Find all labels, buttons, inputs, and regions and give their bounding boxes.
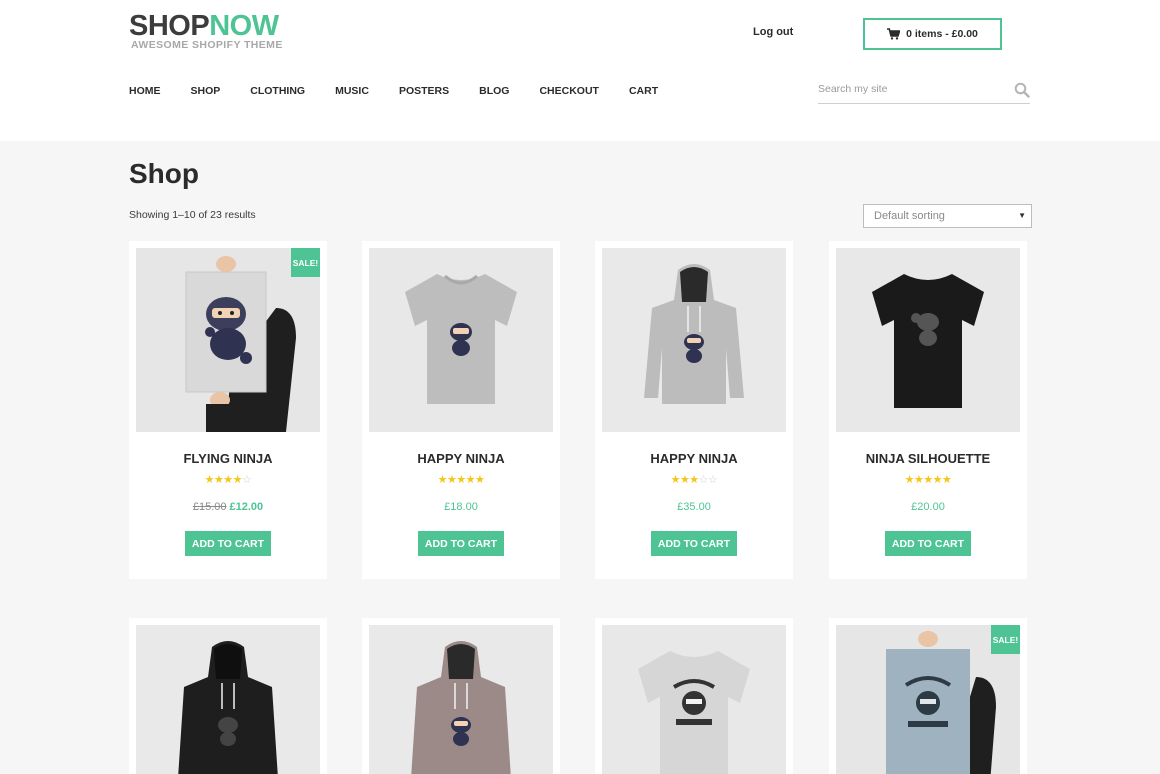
product-card: NINJA SILHOUETTE ★★★★★ £20.00 ADD TO CAR…	[829, 241, 1027, 579]
product-image[interactable]: SALE!	[136, 248, 320, 432]
product-name[interactable]: NINJA SILHOUETTE	[829, 451, 1027, 466]
product-card	[362, 618, 560, 774]
hoodie-grey-ninja-image	[602, 248, 786, 432]
site-header: SHOPNOW AWESOME SHOPIFY THEME Log out 0 …	[0, 0, 1160, 141]
add-to-cart-button[interactable]: ADD TO CART	[885, 531, 971, 556]
nav-shop[interactable]: SHOP	[191, 85, 221, 97]
search-input[interactable]	[818, 80, 1003, 98]
sale-badge: SALE!	[291, 248, 320, 277]
add-to-cart-button[interactable]: ADD TO CART	[418, 531, 504, 556]
product-image[interactable]: SALE!	[836, 625, 1020, 774]
star-filled-icon: ★★★	[670, 474, 700, 486]
logo-part-shop: SHOP	[129, 10, 210, 42]
product-price: £15.00 £12.00	[129, 501, 327, 513]
regular-price: £35.00	[677, 501, 711, 513]
sale-badge: SALE!	[991, 625, 1020, 654]
hoodie-mauve-ninja-image	[369, 625, 553, 774]
nav-blog[interactable]: BLOG	[479, 85, 509, 97]
hoodie-black-ninja-image	[136, 625, 320, 774]
cart-summary: 0 items - £0.00	[906, 28, 978, 40]
product-card	[129, 618, 327, 774]
product-name[interactable]: HAPPY NINJA	[595, 451, 793, 466]
header-cart-button[interactable]: 0 items - £0.00	[863, 18, 1002, 50]
star-rating: ★★★★★	[829, 473, 1027, 486]
sort-select[interactable]: Default sorting ▼	[863, 204, 1032, 228]
tshirt-white-woothemes-image	[602, 625, 786, 774]
result-count: Showing 1–10 of 23 results	[129, 209, 256, 221]
product-image[interactable]	[836, 248, 1020, 432]
product-card: SALE!	[829, 618, 1027, 774]
star-empty-icon: ☆	[242, 474, 252, 486]
star-rating: ★★★★☆	[129, 473, 327, 486]
nav-cart[interactable]: CART	[629, 85, 658, 97]
nav-home[interactable]: HOME	[129, 85, 161, 97]
add-to-cart-button[interactable]: ADD TO CART	[651, 531, 737, 556]
star-empty-icon: ☆☆	[698, 474, 718, 486]
nav-posters[interactable]: POSTERS	[399, 85, 449, 97]
nav-checkout[interactable]: CHECKOUT	[539, 85, 599, 97]
logo-wordmark: SHOPNOW	[129, 11, 283, 41]
site-search	[818, 78, 1030, 104]
product-image[interactable]	[602, 248, 786, 432]
regular-price: £18.00	[444, 501, 478, 513]
product-card: HAPPY NINJA ★★★★★ £18.00 ADD TO CART	[362, 241, 560, 579]
regular-price: £20.00	[911, 501, 945, 513]
product-image[interactable]	[602, 625, 786, 774]
nav-music[interactable]: MUSIC	[335, 85, 369, 97]
star-filled-icon: ★★★★	[204, 474, 243, 486]
page-title: Shop	[129, 158, 199, 189]
sale-price: £12.00	[229, 501, 264, 513]
star-rating: ★★★☆☆	[595, 473, 793, 486]
product-price: £20.00	[829, 501, 1027, 513]
search-icon[interactable]	[1014, 82, 1030, 98]
tshirt-grey-ninja-image	[369, 248, 553, 432]
sort-selected-value: Default sorting	[874, 210, 945, 222]
star-rating: ★★★★★	[362, 473, 560, 486]
original-price: £15.00	[192, 501, 227, 513]
main-nav: HOME SHOP CLOTHING MUSIC POSTERS BLOG CH…	[129, 85, 658, 97]
product-name[interactable]: FLYING NINJA	[129, 451, 327, 466]
product-card: HAPPY NINJA ★★★☆☆ £35.00 ADD TO CART	[595, 241, 793, 579]
product-name[interactable]: HAPPY NINJA	[362, 451, 560, 466]
star-filled-icon: ★★★★★	[437, 474, 485, 486]
shopping-cart-icon	[887, 28, 901, 40]
product-image[interactable]	[136, 625, 320, 774]
product-image[interactable]	[369, 248, 553, 432]
nav-clothing[interactable]: CLOTHING	[250, 85, 305, 97]
logout-link[interactable]: Log out	[753, 26, 793, 38]
add-to-cart-button[interactable]: ADD TO CART	[185, 531, 271, 556]
product-price: £35.00	[595, 501, 793, 513]
product-card	[595, 618, 793, 774]
logo-part-now: NOW	[209, 10, 279, 42]
product-image[interactable]	[369, 625, 553, 774]
site-tagline: AWESOME SHOPIFY THEME	[131, 39, 283, 51]
dropdown-arrow-icon: ▼	[1018, 211, 1026, 220]
star-filled-icon: ★★★★★	[904, 474, 952, 486]
product-price: £18.00	[362, 501, 560, 513]
site-logo[interactable]: SHOPNOW AWESOME SHOPIFY THEME	[129, 11, 283, 51]
tshirt-black-ninja-image	[836, 248, 1020, 432]
product-card: SALE! FLYING NINJA ★★★★☆ £15.00 £12.00 AD…	[129, 241, 327, 579]
